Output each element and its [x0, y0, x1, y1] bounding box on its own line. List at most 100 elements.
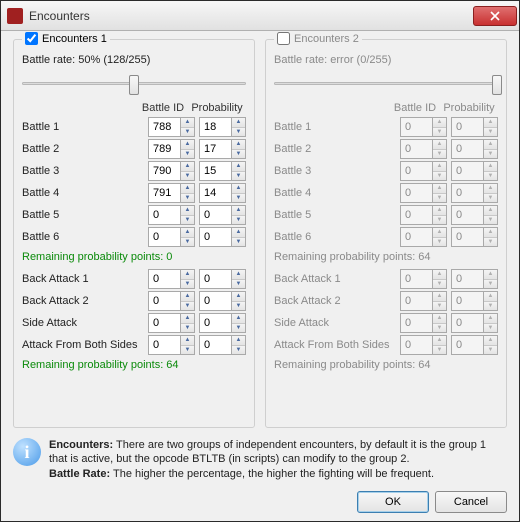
battle-prob-spinner-value[interactable]: 0: [199, 205, 231, 225]
titlebar[interactable]: Encounters: [1, 1, 519, 31]
battle-prob-spinner[interactable]: 14▲▼: [199, 183, 246, 203]
special-id-spinner[interactable]: 0▲▼: [400, 335, 447, 355]
special-id-spinner[interactable]: 0▲▼: [400, 269, 447, 289]
spin-down-icon[interactable]: ▼: [433, 216, 446, 225]
spin-down-icon[interactable]: ▼: [484, 216, 497, 225]
spin-up-icon[interactable]: ▲: [181, 292, 194, 302]
spin-down-icon[interactable]: ▼: [181, 128, 194, 137]
special-prob-spinner-value[interactable]: 0: [451, 335, 483, 355]
battle-prob-spinner-value[interactable]: 17: [199, 139, 231, 159]
cancel-button[interactable]: Cancel: [435, 491, 507, 513]
battle-id-spinner-value[interactable]: 0: [400, 227, 432, 247]
special-id-spinner-value[interactable]: 0: [148, 313, 180, 333]
spin-up-icon[interactable]: ▲: [181, 118, 194, 128]
spin-down-icon[interactable]: ▼: [181, 172, 194, 181]
special-id-spinner-value[interactable]: 0: [148, 291, 180, 311]
spin-down-icon[interactable]: ▼: [232, 172, 245, 181]
spin-down-icon[interactable]: ▼: [181, 324, 194, 333]
spin-up-icon[interactable]: ▲: [433, 314, 446, 324]
spin-up-icon[interactable]: ▲: [433, 270, 446, 280]
special-id-spinner[interactable]: 0▲▼: [148, 313, 195, 333]
spin-down-icon[interactable]: ▼: [232, 280, 245, 289]
special-prob-spinner[interactable]: 0▲▼: [199, 335, 246, 355]
spin-up-icon[interactable]: ▲: [232, 270, 245, 280]
spin-down-icon[interactable]: ▼: [484, 280, 497, 289]
spin-down-icon[interactable]: ▼: [484, 302, 497, 311]
spin-down-icon[interactable]: ▼: [232, 216, 245, 225]
group-enable-checkbox[interactable]: [25, 32, 38, 45]
spin-down-icon[interactable]: ▼: [433, 280, 446, 289]
battle-id-spinner[interactable]: 0▲▼: [400, 227, 447, 247]
spin-up-icon[interactable]: ▲: [433, 336, 446, 346]
spin-down-icon[interactable]: ▼: [232, 128, 245, 137]
spin-down-icon[interactable]: ▼: [181, 216, 194, 225]
battle-id-spinner-value[interactable]: 0: [400, 205, 432, 225]
spin-up-icon[interactable]: ▲: [181, 206, 194, 216]
spin-up-icon[interactable]: ▲: [433, 162, 446, 172]
spin-up-icon[interactable]: ▲: [232, 206, 245, 216]
battle-prob-spinner[interactable]: 0▲▼: [451, 227, 498, 247]
spin-up-icon[interactable]: ▲: [433, 292, 446, 302]
spin-up-icon[interactable]: ▲: [433, 228, 446, 238]
special-prob-spinner[interactable]: 0▲▼: [451, 313, 498, 333]
battle-prob-spinner[interactable]: 0▲▼: [451, 139, 498, 159]
battle-id-spinner[interactable]: 790▲▼: [148, 161, 195, 181]
spin-up-icon[interactable]: ▲: [433, 140, 446, 150]
spin-down-icon[interactable]: ▼: [433, 128, 446, 137]
spin-up-icon[interactable]: ▲: [484, 292, 497, 302]
battle-prob-spinner[interactable]: 0▲▼: [199, 205, 246, 225]
spin-down-icon[interactable]: ▼: [232, 324, 245, 333]
battle-id-spinner-value[interactable]: 789: [148, 139, 180, 159]
battle-prob-spinner-value[interactable]: 18: [199, 117, 231, 137]
special-prob-spinner[interactable]: 0▲▼: [451, 269, 498, 289]
battle-id-spinner[interactable]: 0▲▼: [400, 117, 447, 137]
spin-down-icon[interactable]: ▼: [433, 238, 446, 247]
spin-down-icon[interactable]: ▼: [232, 302, 245, 311]
special-prob-spinner-value[interactable]: 0: [199, 313, 231, 333]
battle-id-spinner[interactable]: 0▲▼: [400, 139, 447, 159]
special-prob-spinner-value[interactable]: 0: [451, 269, 483, 289]
battle-id-spinner[interactable]: 788▲▼: [148, 117, 195, 137]
special-id-spinner[interactable]: 0▲▼: [148, 269, 195, 289]
special-id-spinner-value[interactable]: 0: [148, 269, 180, 289]
battle-prob-spinner-value[interactable]: 0: [451, 117, 483, 137]
special-id-spinner[interactable]: 0▲▼: [148, 291, 195, 311]
battle-prob-spinner-value[interactable]: 0: [451, 183, 483, 203]
spin-up-icon[interactable]: ▲: [433, 206, 446, 216]
special-prob-spinner-value[interactable]: 0: [199, 269, 231, 289]
special-id-spinner-value[interactable]: 0: [148, 335, 180, 355]
spin-down-icon[interactable]: ▼: [181, 194, 194, 203]
spin-up-icon[interactable]: ▲: [484, 314, 497, 324]
spin-down-icon[interactable]: ▼: [181, 238, 194, 247]
battle-prob-spinner-value[interactable]: 0: [199, 227, 231, 247]
battle-id-spinner[interactable]: 0▲▼: [400, 161, 447, 181]
battle-prob-spinner[interactable]: 0▲▼: [451, 117, 498, 137]
battle-prob-spinner-value[interactable]: 0: [451, 139, 483, 159]
spin-down-icon[interactable]: ▼: [433, 302, 446, 311]
special-id-spinner-value[interactable]: 0: [400, 269, 432, 289]
battle-id-spinner-value[interactable]: 0: [400, 183, 432, 203]
spin-down-icon[interactable]: ▼: [232, 346, 245, 355]
spin-up-icon[interactable]: ▲: [181, 162, 194, 172]
special-prob-spinner[interactable]: 0▲▼: [199, 269, 246, 289]
spin-down-icon[interactable]: ▼: [484, 128, 497, 137]
spin-down-icon[interactable]: ▼: [232, 150, 245, 159]
battle-prob-spinner[interactable]: 17▲▼: [199, 139, 246, 159]
battle-prob-spinner[interactable]: 0▲▼: [451, 205, 498, 225]
spin-up-icon[interactable]: ▲: [232, 162, 245, 172]
spin-up-icon[interactable]: ▲: [232, 292, 245, 302]
spin-up-icon[interactable]: ▲: [484, 336, 497, 346]
spin-up-icon[interactable]: ▲: [484, 206, 497, 216]
battle-prob-spinner[interactable]: 15▲▼: [199, 161, 246, 181]
spin-down-icon[interactable]: ▼: [181, 150, 194, 159]
spin-up-icon[interactable]: ▲: [484, 270, 497, 280]
battle-prob-spinner-value[interactable]: 0: [451, 161, 483, 181]
special-id-spinner[interactable]: 0▲▼: [400, 291, 447, 311]
battle-prob-spinner[interactable]: 0▲▼: [199, 227, 246, 247]
spin-up-icon[interactable]: ▲: [181, 336, 194, 346]
spin-up-icon[interactable]: ▲: [232, 314, 245, 324]
special-prob-spinner-value[interactable]: 0: [451, 291, 483, 311]
special-id-spinner[interactable]: 0▲▼: [148, 335, 195, 355]
special-id-spinner-value[interactable]: 0: [400, 335, 432, 355]
spin-down-icon[interactable]: ▼: [181, 346, 194, 355]
